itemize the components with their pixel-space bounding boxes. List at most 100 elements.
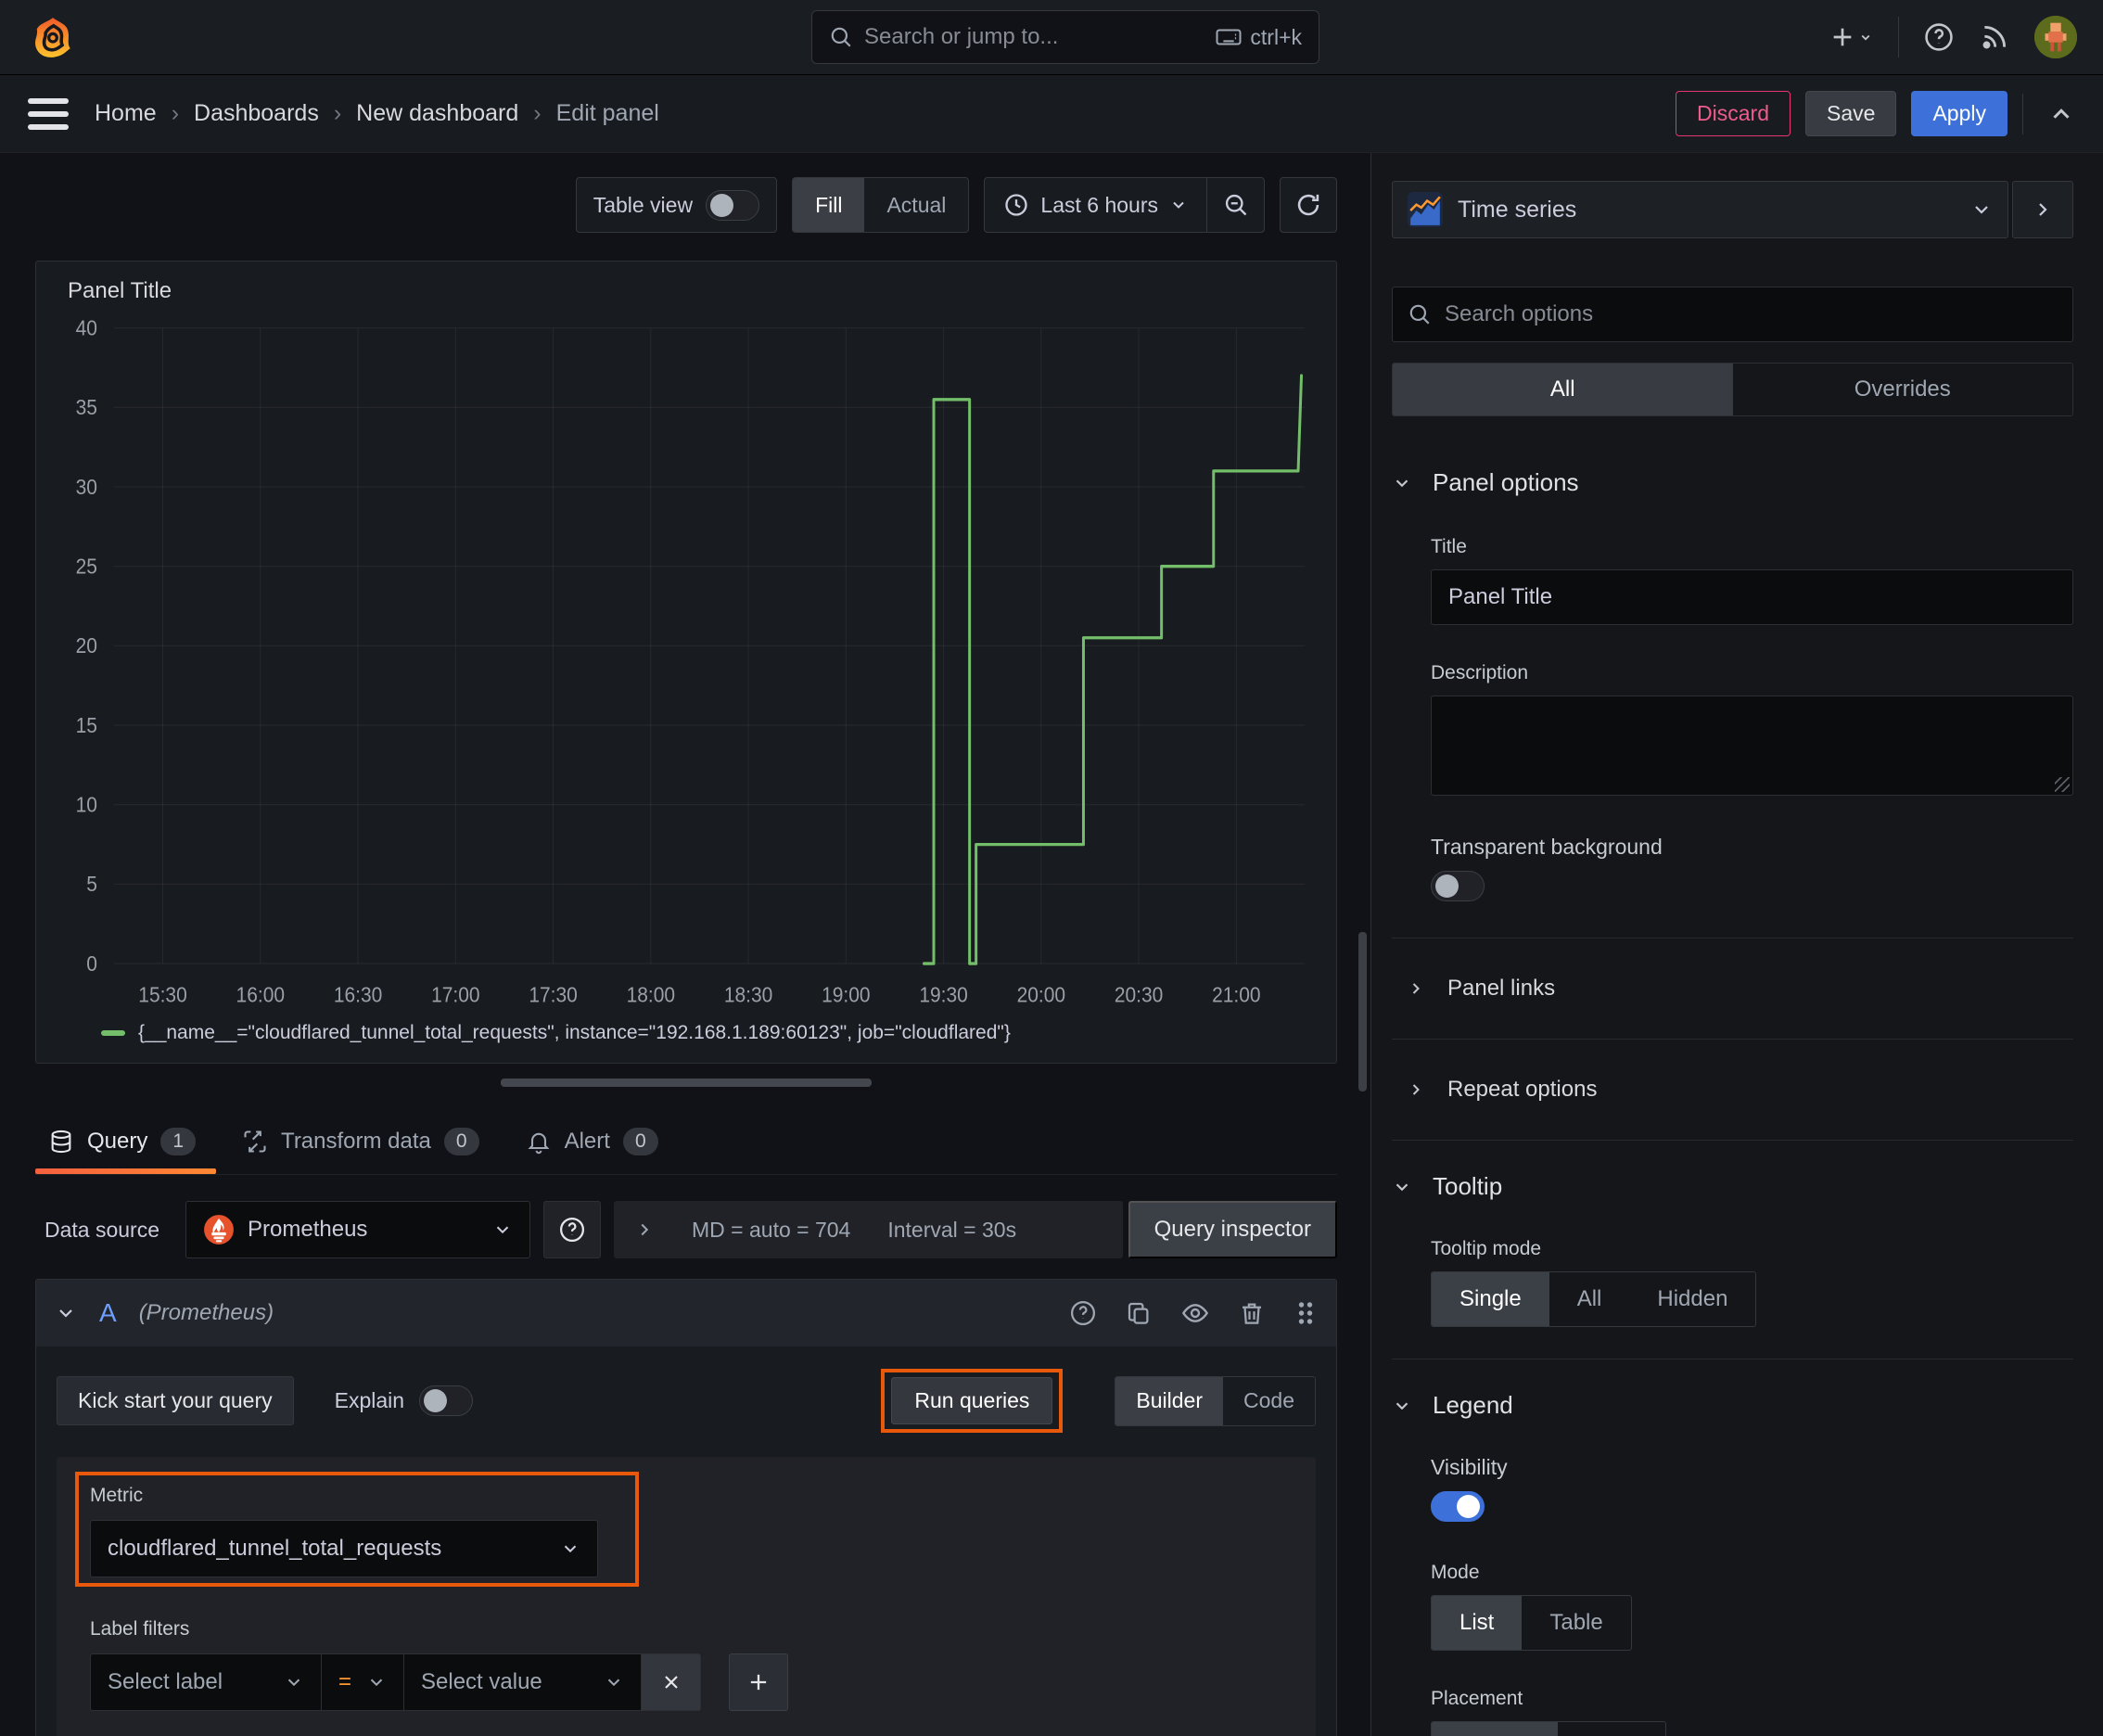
grafana-logo-icon[interactable]	[32, 16, 74, 58]
query-options-bar[interactable]: MD = auto = 704 Interval = 30s	[614, 1201, 1123, 1258]
tab-overrides[interactable]: Overrides	[1733, 364, 2073, 415]
add-dropdown-button[interactable]	[1828, 22, 1874, 52]
query-ref-id[interactable]: A	[99, 1298, 117, 1328]
select-label-dropdown[interactable]: Select label	[90, 1653, 322, 1711]
hide-query-eye-icon[interactable]	[1180, 1298, 1210, 1328]
tooltip-single-option[interactable]: Single	[1432, 1272, 1549, 1326]
discard-button[interactable]: Discard	[1676, 91, 1791, 136]
breadcrumb-dashboards[interactable]: Dashboards	[194, 100, 319, 127]
transparent-background-toggle[interactable]	[1431, 871, 1485, 901]
legend-section-header[interactable]: Legend	[1392, 1391, 2073, 1420]
actual-option[interactable]: Actual	[864, 178, 968, 232]
kick-start-query-button[interactable]: Kick start your query	[57, 1376, 294, 1425]
drag-handle-icon[interactable]	[1294, 1299, 1318, 1327]
help-icon[interactable]	[1923, 21, 1955, 53]
global-search[interactable]: ctrl+k	[811, 10, 1319, 64]
svg-text:18:00: 18:00	[627, 983, 675, 1007]
refresh-button[interactable]	[1280, 177, 1337, 233]
tooltip-all-option[interactable]: All	[1549, 1272, 1630, 1326]
time-range-label: Last 6 hours	[1040, 192, 1158, 217]
user-avatar[interactable]	[2034, 16, 2077, 58]
resize-handle[interactable]	[2055, 777, 2070, 792]
breadcrumb-home[interactable]: Home	[95, 100, 157, 127]
refresh-icon	[1295, 192, 1321, 218]
run-queries-button[interactable]: Run queries	[891, 1377, 1053, 1424]
label-filter-row: Select label = Select value	[90, 1653, 1297, 1711]
panel-options-pane: Time series All Overrides	[1370, 153, 2103, 1736]
zoom-out-button[interactable]	[1206, 178, 1264, 232]
panel-options-section-header[interactable]: Panel options	[1392, 468, 2073, 497]
add-filter-button[interactable]	[729, 1653, 789, 1711]
keyboard-icon	[1215, 23, 1243, 51]
svg-text:30: 30	[76, 475, 97, 499]
metric-select[interactable]: cloudflared_tunnel_total_requests	[90, 1520, 598, 1577]
tooltip-hidden-option[interactable]: Hidden	[1629, 1272, 1755, 1326]
query-header[interactable]: A (Prometheus)	[36, 1280, 1336, 1347]
menu-toggle-icon[interactable]	[28, 94, 69, 134]
tab-transform-data[interactable]: Transform data 0	[229, 1111, 500, 1174]
legend-series-swatch[interactable]	[101, 1030, 125, 1036]
svg-text:20: 20	[76, 633, 97, 657]
query-help-icon[interactable]	[1069, 1299, 1097, 1327]
metric-label: Metric	[90, 1485, 144, 1506]
zoom-out-icon	[1223, 192, 1249, 218]
breadcrumb-new-dashboard[interactable]: New dashboard	[356, 100, 518, 127]
tooltip-section-header[interactable]: Tooltip	[1392, 1172, 2073, 1201]
chevron-right-icon: ›	[533, 100, 542, 126]
delete-query-trash-icon[interactable]	[1238, 1299, 1266, 1327]
placement-bottom-option[interactable]: Bottom	[1432, 1722, 1559, 1736]
topbar-divider	[1898, 17, 1899, 57]
actions-divider	[2022, 93, 2023, 134]
builder-option[interactable]: Builder	[1115, 1376, 1224, 1425]
description-textarea[interactable]	[1431, 696, 2073, 796]
legend-visibility-toggle[interactable]	[1431, 1491, 1485, 1522]
repeat-options-section-header[interactable]: Repeat options	[1392, 1071, 2073, 1108]
chevron-up-icon[interactable]	[2047, 100, 2075, 128]
explain-toggle[interactable]	[419, 1385, 474, 1416]
panel-title[interactable]: Panel Title	[55, 262, 1318, 310]
legend-placement-group: Bottom Right	[1431, 1721, 1667, 1736]
panel-title-field[interactable]	[1431, 569, 2073, 625]
table-view-label: Table view	[593, 192, 694, 217]
svg-text:18:30: 18:30	[724, 983, 772, 1007]
remove-filter-button[interactable]	[642, 1653, 702, 1711]
legend-series-label[interactable]: {__name__="cloudflared_tunnel_total_requ…	[138, 1022, 1011, 1044]
panel-title-input[interactable]	[1448, 584, 2056, 610]
breadcrumb: Home › Dashboards › New dashboard › Edit…	[95, 100, 659, 127]
table-view-toggle[interactable]	[706, 189, 760, 221]
time-range-button[interactable]: Last 6 hours	[985, 178, 1206, 232]
apply-button[interactable]: Apply	[1911, 91, 2007, 136]
code-option[interactable]: Code	[1223, 1377, 1315, 1425]
chevron-down-icon[interactable]	[55, 1302, 77, 1324]
placement-right-option[interactable]: Right	[1558, 1722, 1665, 1736]
chevron-down-icon	[1392, 473, 1412, 493]
news-rss-icon[interactable]	[1979, 21, 2010, 53]
horizontal-scrollbar[interactable]	[501, 1079, 872, 1087]
vertical-scrollbar[interactable]	[1358, 932, 1367, 1091]
operator-dropdown[interactable]: =	[322, 1653, 405, 1711]
panel-links-section-header[interactable]: Panel links	[1392, 970, 2073, 1007]
datasource-picker[interactable]: Prometheus	[185, 1201, 531, 1258]
open-viz-list-button[interactable]	[2012, 181, 2073, 238]
save-button[interactable]: Save	[1805, 91, 1897, 136]
visualization-picker[interactable]: Time series	[1392, 181, 2008, 238]
query-inspector-button[interactable]: Query inspector	[1128, 1201, 1337, 1258]
help-circle-icon	[558, 1216, 586, 1244]
tab-query[interactable]: Query 1	[35, 1111, 217, 1174]
fill-option[interactable]: Fill	[793, 178, 865, 232]
tab-all[interactable]: All	[1393, 364, 1733, 415]
select-value-dropdown[interactable]: Select value	[404, 1653, 643, 1711]
chevron-right-icon	[1407, 1080, 1425, 1099]
chevron-down-icon	[366, 1672, 387, 1692]
chevron-down-icon	[1392, 1177, 1412, 1197]
global-search-input[interactable]	[864, 24, 1204, 50]
tab-alert[interactable]: Alert 0	[513, 1111, 679, 1174]
chevron-down-icon	[1169, 196, 1188, 214]
time-series-chart[interactable]: 0 5 10 15 20 25 30 35 40 15:30 16:00 16:30 17:00 17:3…	[55, 310, 1318, 1018]
legend-list-option[interactable]: List	[1432, 1596, 1523, 1650]
options-search[interactable]	[1392, 287, 2073, 342]
options-search-input[interactable]	[1445, 301, 2058, 327]
legend-table-option[interactable]: Table	[1522, 1596, 1630, 1650]
duplicate-query-icon[interactable]	[1125, 1299, 1153, 1327]
datasource-help-button[interactable]	[543, 1201, 602, 1258]
